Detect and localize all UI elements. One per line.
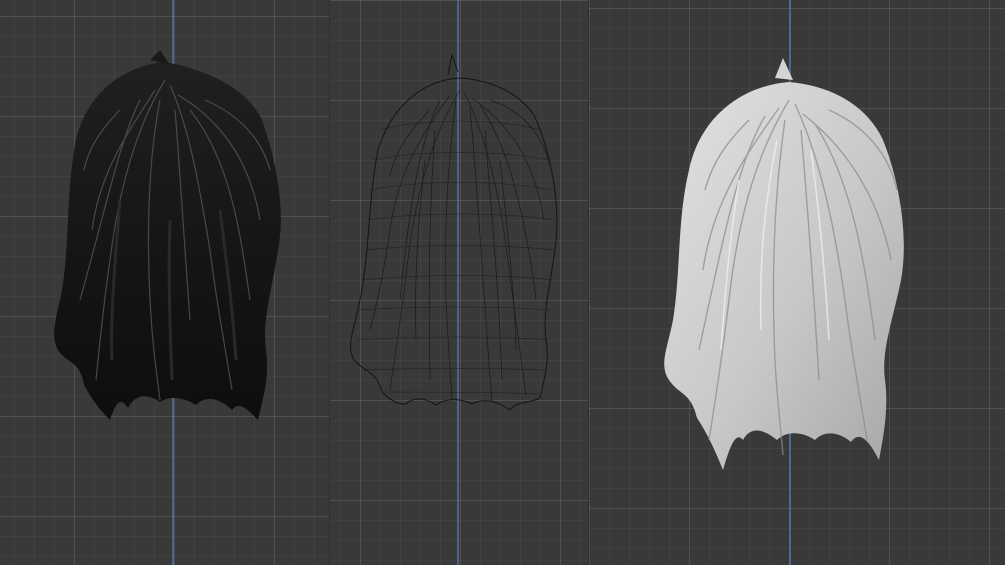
viewport-row [0, 0, 1005, 565]
viewport-middle-wireframe[interactable] [329, 0, 588, 565]
hair-model-dark[interactable] [0, 0, 329, 565]
hair-model-solid[interactable] [589, 0, 1005, 565]
viewport-left-material[interactable] [0, 0, 330, 565]
hair-model-wireframe[interactable] [330, 0, 587, 565]
viewport-right-solid[interactable] [587, 0, 1005, 565]
